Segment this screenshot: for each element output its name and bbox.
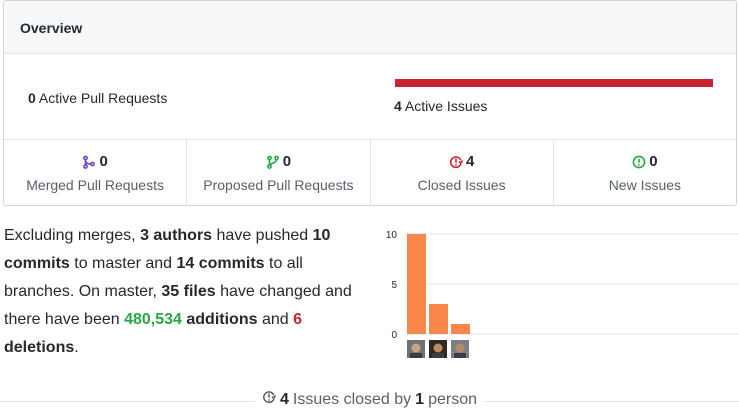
deletions-count: 6 xyxy=(293,311,302,328)
overview-summary-row: 0 Active Pull Requests 4 Active Issues xyxy=(4,54,736,140)
y-tick-label: 0 xyxy=(391,330,397,341)
active-pr-count: 0 xyxy=(28,90,36,106)
active-issues-label: Active Issues xyxy=(404,98,488,114)
overview-header: Overview xyxy=(4,1,736,54)
y-tick-label: 5 xyxy=(391,280,397,291)
merged-pr-icon xyxy=(82,155,96,169)
deletions-label: deletions xyxy=(4,339,75,356)
author-avatar[interactable] xyxy=(451,340,469,358)
proposed-pr-icon xyxy=(266,155,280,169)
stat-new-issues[interactable]: 0 New Issues xyxy=(554,140,736,205)
closed-issue-icon xyxy=(262,390,277,409)
y-tick-label: 10 xyxy=(386,230,398,241)
closed-text: Issues closed by xyxy=(292,390,412,408)
overview-title: Overview xyxy=(20,20,83,36)
active-pr-label: Active Pull Requests xyxy=(38,90,168,106)
people-text: person xyxy=(428,390,477,408)
stat-count: 0 xyxy=(99,153,108,170)
author-avatar[interactable] xyxy=(429,340,447,358)
stat-label: New Issues xyxy=(608,177,682,193)
contribution-summary: Excluding merges, 3 authors have pushed … xyxy=(4,227,352,356)
people-count: 1 xyxy=(415,390,425,408)
overview-panel: Overview 0 Active Pull Requests 4 Active… xyxy=(3,0,737,206)
stat-merged-pull-requests[interactable]: 0 Merged Pull Requests xyxy=(4,140,188,205)
commits-chart-svg: 0 5 10 xyxy=(386,230,739,358)
commit-bar[interactable] xyxy=(407,234,426,334)
closed-issue-icon xyxy=(449,155,463,169)
files-changed: 35 files xyxy=(161,283,216,300)
active-pull-requests-link[interactable]: 0 Active Pull Requests xyxy=(28,90,167,106)
author-avatar[interactable] xyxy=(407,340,425,358)
closed-count: 4 xyxy=(279,390,289,408)
active-issues-bar xyxy=(395,79,713,87)
stat-label: Merged Pull Requests xyxy=(26,177,164,193)
commit-bar[interactable] xyxy=(451,324,470,334)
stat-count: 0 xyxy=(282,153,292,170)
new-issue-icon xyxy=(632,155,646,169)
stat-proposed-pull-requests[interactable]: 0 Proposed Pull Requests xyxy=(187,140,371,205)
additions-count: 480,534 xyxy=(124,311,182,328)
stat-count: 0 xyxy=(649,153,658,170)
stat-count: 4 xyxy=(465,153,475,170)
stat-label: Proposed Pull Requests xyxy=(203,177,354,193)
commits-by-author-chart: 0 5 10 xyxy=(380,225,739,360)
authors-count: 3 authors xyxy=(140,227,213,244)
issues-closed-summary: 4 Issues closed by 1 person xyxy=(0,390,739,409)
active-issues-count: 4 xyxy=(394,98,402,114)
stat-closed-issues[interactable]: 4 Closed Issues xyxy=(371,140,554,205)
commit-bar[interactable] xyxy=(429,304,448,334)
all-branch-commits: 14 commits xyxy=(176,255,265,272)
active-issues-link[interactable]: 4 Active Issues xyxy=(394,98,487,114)
overview-stats: 0 Merged Pull Requests 0 Proposed Pull R… xyxy=(4,140,736,205)
stat-label: Closed Issues xyxy=(417,177,506,193)
additions-label: additions xyxy=(181,311,258,328)
